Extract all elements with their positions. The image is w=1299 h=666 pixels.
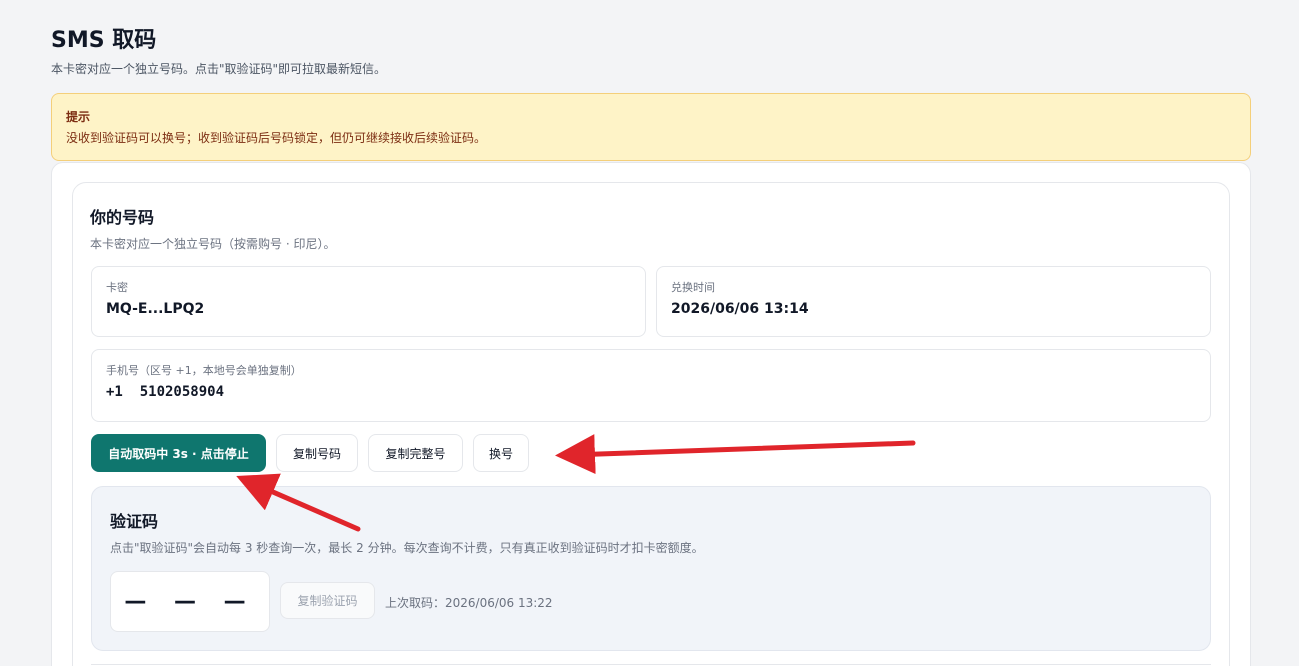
change-number-button[interactable]: 换号 — [473, 434, 529, 472]
card-key-label: 卡密 — [106, 281, 128, 294]
code-panel-title: 验证码 — [110, 512, 159, 531]
number-card-title: 你的号码 — [90, 208, 155, 227]
redeem-time-label: 兑换时间 — [671, 281, 715, 294]
copy-number-button[interactable]: 复制号码 — [276, 434, 358, 472]
divider — [91, 664, 1211, 665]
number-card-desc: 本卡密对应一个独立号码（按需购号 · 印尼）。 — [90, 237, 336, 251]
last-fetch-time: 上次取码：2026/06/06 13:22 — [385, 596, 553, 610]
page-title: SMS 取码 — [51, 28, 157, 53]
redeem-time-field: 兑换时间 2026/06/06 13:14 — [656, 266, 1211, 337]
copy-full-number-button[interactable]: 复制完整号 — [368, 434, 463, 472]
notice-text: 没收到验证码可以换号；收到验证码后号码锁定，但仍可继续接收后续验证码。 — [66, 131, 487, 145]
verification-code-display: — — — — [110, 571, 270, 632]
notice-title: 提示 — [66, 110, 91, 124]
notice-banner: 提示 没收到验证码可以换号；收到验证码后号码锁定，但仍可继续接收后续验证码。 — [51, 93, 1251, 161]
copy-code-button[interactable]: 复制验证码 — [280, 582, 375, 619]
card-key-field: 卡密 MQ-E...LPQ2 — [91, 266, 646, 337]
auto-fetch-button[interactable]: 自动取码中 3s · 点击停止 — [91, 434, 266, 472]
redeem-time-value: 2026/06/06 13:14 — [671, 301, 809, 317]
page-subtitle: 本卡密对应一个独立号码。点击"取验证码"即可拉取最新短信。 — [51, 62, 387, 76]
phone-field: 手机号（区号 +1，本地号会单独复制） +1 5102058904 — [91, 349, 1211, 422]
phone-label: 手机号（区号 +1，本地号会单独复制） — [106, 364, 302, 377]
phone-value: +1 5102058904 — [106, 384, 225, 400]
card-key-value: MQ-E...LPQ2 — [106, 301, 205, 317]
code-panel-desc: 点击"取验证码"会自动每 3 秒查询一次，最长 2 分钟。每次查询不计费，只有真… — [110, 541, 704, 555]
